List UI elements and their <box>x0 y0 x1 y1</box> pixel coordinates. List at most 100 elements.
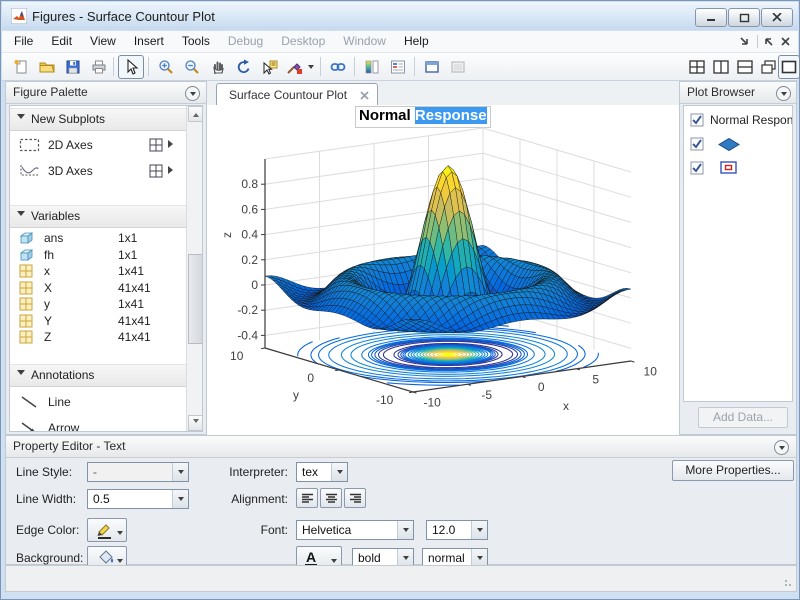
brush-dropdown-caret[interactable] <box>308 65 314 72</box>
plot-browser-item-surface[interactable] <box>684 134 792 154</box>
zoom-in-button[interactable] <box>153 55 179 79</box>
print-icon <box>91 59 107 75</box>
show-plot-tools-button[interactable] <box>445 55 471 79</box>
font-size-dropdown[interactable]: 12.0 <box>426 520 488 540</box>
minimize-button[interactable] <box>695 8 727 27</box>
variable-row-X[interactable]: X41x41 <box>10 280 187 296</box>
subplot-grid-icon[interactable] <box>149 164 163 178</box>
chevron-down-icon <box>779 446 785 453</box>
checkbox-checked-icon[interactable] <box>690 161 704 175</box>
plot-browser-item-axes[interactable]: Normal Respons <box>684 110 792 130</box>
expand-right-icon[interactable] <box>168 166 177 174</box>
open-button[interactable] <box>34 55 60 79</box>
new-figure-button[interactable] <box>8 55 34 79</box>
tabbar: Surface Countour Plot <box>207 81 679 106</box>
menu-insert[interactable]: Insert <box>125 31 173 52</box>
titlebar[interactable]: Figures - Surface Countour Plot <box>2 2 798 30</box>
edge-color-button[interactable] <box>87 518 127 542</box>
font-family-value: Helvetica <box>302 523 351 537</box>
scroll-down-button[interactable] <box>188 415 203 431</box>
plot-browser-menu-button[interactable] <box>776 86 791 101</box>
edit-plot-button[interactable] <box>118 55 144 79</box>
align-left-button[interactable] <box>296 488 318 508</box>
dropdown-arrow-icon <box>397 521 413 539</box>
line-width-dropdown[interactable]: 0.5 <box>87 489 189 509</box>
align-right-icon <box>349 493 362 504</box>
menu-view[interactable]: View <box>81 31 125 52</box>
subplot-grid-icon[interactable] <box>149 138 163 152</box>
close-button[interactable] <box>761 8 793 27</box>
line-annotation-icon <box>20 395 38 409</box>
insert-colorbar-button[interactable] <box>359 55 385 79</box>
checkbox-checked-icon[interactable] <box>690 113 704 127</box>
figure-canvas[interactable]: Normal Response -0.4-0.200.20.40.60.8-10… <box>207 105 679 435</box>
surface-contour-plot[interactable]: -0.4-0.200.20.40.60.8-10-50510100-10xyz <box>207 105 679 435</box>
menu-file[interactable]: File <box>5 31 42 52</box>
variable-row-ans[interactable]: ans1x1 <box>10 230 187 246</box>
hide-plot-tools-button[interactable] <box>419 55 445 79</box>
svg-text:0.6: 0.6 <box>241 202 258 216</box>
section-new-subplots[interactable]: New Subplots <box>10 108 187 131</box>
font-label: Font: <box>212 520 288 540</box>
figure-tab[interactable]: Surface Countour Plot <box>216 83 378 105</box>
palette-item-2d-axes[interactable]: 2D Axes <box>10 133 187 157</box>
pan-button[interactable] <box>205 55 231 79</box>
brush-icon <box>286 59 308 75</box>
resize-grip[interactable] <box>784 579 793 588</box>
variable-row-Y[interactable]: Y41x41 <box>10 313 187 329</box>
insert-legend-button[interactable] <box>385 55 411 79</box>
brush-data-button[interactable] <box>283 55 317 79</box>
palette-item-label: 2D Axes <box>48 133 93 157</box>
link-plot-button[interactable] <box>325 55 351 79</box>
scroll-up-button[interactable] <box>188 106 203 122</box>
figure-palette-menu-button[interactable] <box>185 86 200 101</box>
line-style-dropdown[interactable]: - <box>87 462 189 482</box>
variable-row-fh[interactable]: fh1x1 <box>10 247 187 263</box>
tab-close-icon[interactable] <box>360 91 369 100</box>
single-window-button[interactable] <box>778 55 800 79</box>
annotation-item-arrow[interactable]: Arrow <box>10 416 187 432</box>
align-right-button[interactable] <box>344 488 366 508</box>
menu-edit[interactable]: Edit <box>42 31 81 52</box>
variable-row-y[interactable]: y1x41 <box>10 296 187 312</box>
zoom-out-button[interactable] <box>179 55 205 79</box>
data-cursor-button[interactable] <box>257 55 283 79</box>
menu-debug[interactable]: Debug <box>219 31 272 52</box>
align-center-button[interactable] <box>320 488 342 508</box>
annotation-item-line[interactable]: Line <box>10 390 187 414</box>
variable-name: y <box>44 296 50 312</box>
dropdown-arrow-icon <box>117 531 123 538</box>
dropdown-arrow-icon <box>471 521 487 539</box>
scroll-thumb[interactable] <box>188 254 203 344</box>
palette-scrollbar[interactable] <box>186 106 202 431</box>
variable-row-x[interactable]: x1x41 <box>10 263 187 279</box>
plot-browser-item-contour[interactable] <box>684 158 792 178</box>
close-figure-icon[interactable] <box>780 36 791 50</box>
menu-tools[interactable]: Tools <box>173 31 219 52</box>
font-family-dropdown[interactable]: Helvetica <box>296 520 414 540</box>
tile-columns-button[interactable] <box>708 55 734 79</box>
section-annotations[interactable]: Annotations <box>10 364 187 387</box>
menu-window[interactable]: Window <box>334 31 395 52</box>
more-properties-button[interactable]: More Properties... <box>672 460 794 481</box>
expand-right-icon[interactable] <box>168 140 177 148</box>
arrow-annotation-icon <box>20 421 38 432</box>
variable-row-Z[interactable]: Z41x41 <box>10 329 187 345</box>
tile-grid-button[interactable] <box>684 55 710 79</box>
property-editor-menu-button[interactable] <box>774 440 789 455</box>
tile-rows-button[interactable] <box>732 55 758 79</box>
interpreter-dropdown[interactable]: tex <box>296 462 348 482</box>
checkbox-checked-icon[interactable] <box>690 137 704 151</box>
menu-desktop[interactable]: Desktop <box>272 31 334 52</box>
dock-arrow-icon[interactable] <box>739 36 750 50</box>
menu-help[interactable]: Help <box>395 31 438 52</box>
maximize-button[interactable] <box>728 8 760 27</box>
rotate-3d-button[interactable] <box>231 55 257 79</box>
undock-arrow-icon[interactable] <box>763 36 774 50</box>
section-variables[interactable]: Variables <box>10 205 187 228</box>
save-button[interactable] <box>60 55 86 79</box>
print-button[interactable] <box>86 55 112 79</box>
add-data-button[interactable]: Add Data... <box>698 407 788 428</box>
svg-text:5: 5 <box>592 373 599 387</box>
palette-item-3d-axes[interactable]: 3D Axes <box>10 159 187 183</box>
